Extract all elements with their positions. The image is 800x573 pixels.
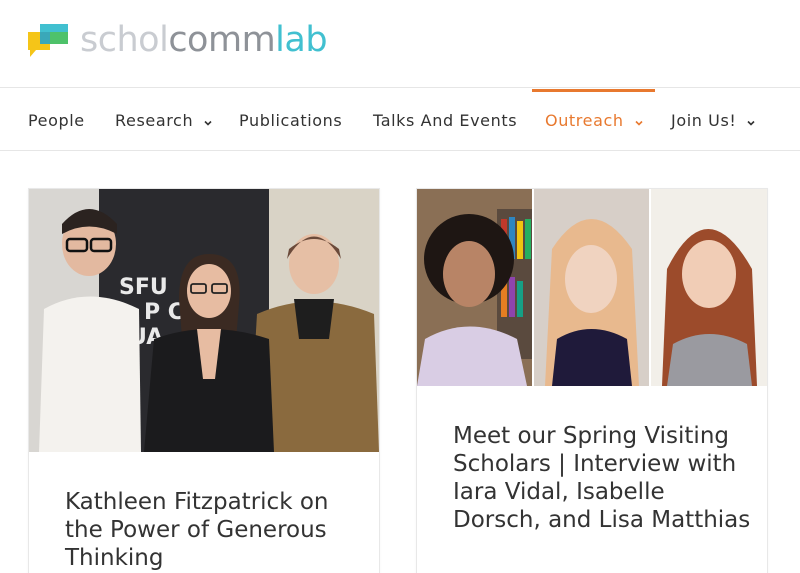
chevron-down-icon bbox=[633, 114, 645, 126]
nav-item-join-us[interactable]: Join Us! bbox=[671, 89, 757, 151]
logo-part-schol: schol bbox=[80, 20, 169, 60]
logo-wordmark: scholcommlab bbox=[80, 20, 328, 60]
logo-part-lab: lab bbox=[275, 20, 328, 60]
post-card[interactable]: SFU P C UA Kathleen Fitzpatrick on the P… bbox=[28, 188, 380, 573]
logo-part-comm: comm bbox=[168, 20, 276, 60]
site-logo[interactable]: scholcommlab bbox=[28, 18, 328, 62]
svg-text:SFU: SFU bbox=[119, 275, 168, 300]
nav-item-publications[interactable]: Publications bbox=[239, 89, 342, 151]
post-title[interactable]: Kathleen Fitzpatrick on the Power of Gen… bbox=[65, 488, 365, 572]
main-nav: People Research Publications Talks And E… bbox=[0, 89, 800, 151]
nav-label: Research bbox=[115, 110, 194, 130]
nav-item-research[interactable]: Research bbox=[115, 89, 214, 151]
nav-item-outreach[interactable]: Outreach bbox=[545, 89, 645, 151]
nav-label: People bbox=[28, 110, 85, 130]
nav-label: Outreach bbox=[545, 110, 624, 130]
nav-label: Publications bbox=[239, 110, 343, 130]
site-header: scholcommlab bbox=[0, 0, 800, 88]
nav-item-people[interactable]: People bbox=[28, 89, 85, 151]
group-photo-icon[interactable]: SFU P C UA bbox=[29, 189, 379, 452]
portrait-collage-icon[interactable] bbox=[417, 189, 767, 386]
svg-text:P C: P C bbox=[144, 300, 184, 325]
post-card[interactable]: Meet our Spring Visiting Scholars | Inte… bbox=[416, 188, 768, 573]
chevron-down-icon bbox=[745, 114, 757, 126]
speech-bubbles-logo-icon bbox=[28, 20, 70, 60]
post-title[interactable]: Meet our Spring Visiting Scholars | Inte… bbox=[453, 422, 753, 534]
nav-item-talks-and-events[interactable]: Talks And Events bbox=[373, 89, 517, 151]
nav-label: Talks And Events bbox=[373, 110, 518, 130]
chevron-down-icon bbox=[202, 114, 214, 126]
nav-label: Join Us! bbox=[671, 110, 737, 130]
